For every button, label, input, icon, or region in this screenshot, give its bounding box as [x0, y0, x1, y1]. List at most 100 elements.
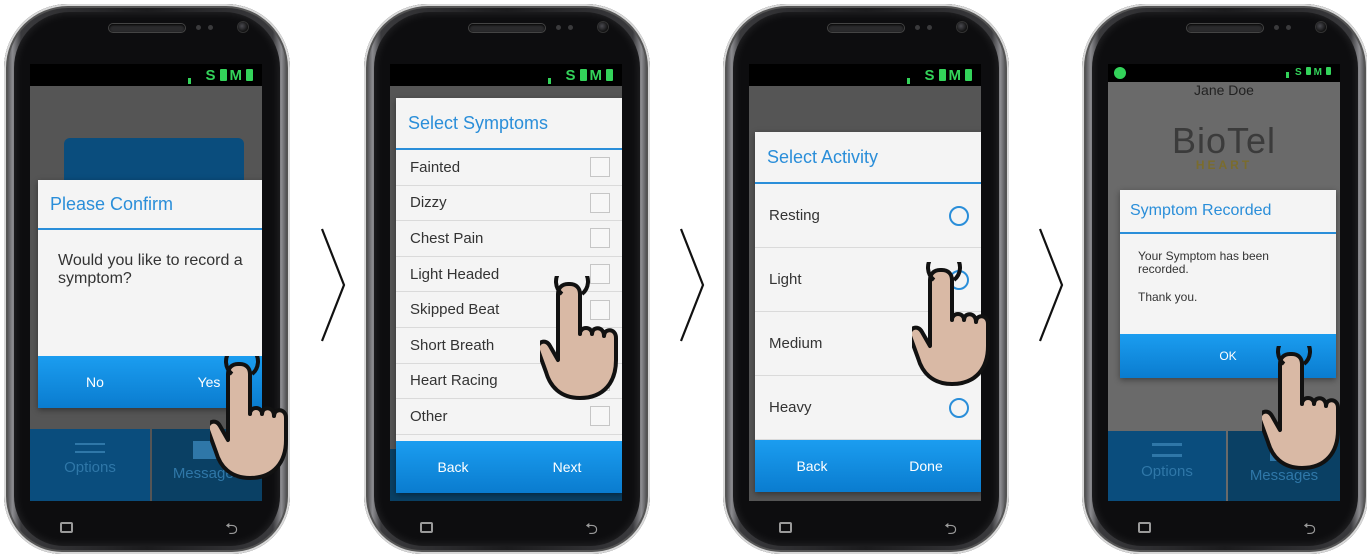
soft-keys: ⮌ — [364, 516, 650, 540]
back-key-icon[interactable]: ⮌ — [585, 518, 598, 545]
symptom-label: Heart Racing — [410, 372, 498, 390]
soft-keys: ⮌ — [4, 516, 290, 540]
symptom-label: Skipped Beat — [410, 301, 500, 319]
proximity-sensor — [927, 25, 932, 30]
battery-icon — [579, 68, 587, 81]
screen: SM Jane Doe BioTel HEART Options Message… — [1108, 64, 1340, 501]
messages-label: Messages — [172, 465, 242, 482]
symptom-checkbox[interactable] — [590, 299, 610, 320]
phone-4: SM Jane Doe BioTel HEART Options Message… — [1082, 4, 1367, 554]
confirm-dialog: Please Confirm Would you like to record … — [38, 180, 262, 408]
symptom-row[interactable]: Heart Racing — [396, 364, 622, 400]
messages-tile[interactable]: Messages — [1228, 431, 1340, 501]
back-key-icon[interactable]: ⮌ — [225, 518, 238, 545]
logo-text: BioTel — [1171, 120, 1277, 161]
ok-button[interactable]: OK — [1120, 334, 1336, 378]
options-tile[interactable]: Options — [30, 429, 150, 501]
messages-tile[interactable]: Messages — [152, 429, 262, 501]
recent-apps-icon[interactable] — [60, 522, 73, 533]
activity-row[interactable]: Light — [755, 248, 981, 312]
activity-radio[interactable] — [949, 205, 969, 226]
symptom-label: Dizzy — [410, 194, 447, 212]
symptom-checkbox[interactable] — [590, 335, 610, 356]
symptom-row[interactable]: Other — [396, 399, 622, 435]
proximity-sensor — [556, 25, 561, 30]
status-bar: SM — [1108, 64, 1340, 82]
battery-icon — [938, 68, 946, 81]
activity-row[interactable]: Heavy — [755, 376, 981, 440]
front-camera-icon — [1316, 22, 1326, 32]
front-camera-icon — [598, 22, 608, 32]
soft-keys: ⮌ — [1082, 516, 1367, 540]
activity-label: Light — [769, 271, 802, 288]
recent-apps-icon[interactable] — [779, 522, 792, 533]
phone-1: SM Options Messages Please Confirm Would… — [4, 4, 290, 554]
symptom-checkbox[interactable] — [590, 228, 610, 249]
front-camera-icon — [957, 22, 967, 32]
earpiece-speaker — [1187, 24, 1263, 32]
symptom-row[interactable]: Light Headed — [396, 257, 622, 293]
dialog-title: Select Activity — [755, 132, 981, 184]
symptom-checkbox[interactable] — [590, 157, 610, 178]
options-label: Options — [1141, 463, 1193, 480]
symptom-checkbox[interactable] — [590, 192, 610, 213]
earpiece-speaker — [469, 24, 545, 32]
recent-apps-icon[interactable] — [420, 522, 433, 533]
dialog-title: Please Confirm — [38, 180, 262, 230]
done-button[interactable]: Done — [869, 440, 981, 492]
front-camera-icon — [238, 22, 248, 32]
next-button[interactable]: Next — [510, 441, 622, 493]
signal-icon — [1285, 72, 1289, 79]
dialog-button-bar: Back Next — [396, 441, 622, 493]
messages-label: Messages — [1249, 467, 1319, 484]
yes-button[interactable]: Yes — [152, 356, 262, 408]
screen: SM Select Activity Resting Light Medium Hea… — [749, 64, 981, 501]
dialog-title: Symptom Recorded — [1120, 190, 1336, 234]
no-button[interactable]: No — [38, 356, 152, 408]
signal-icon — [907, 78, 911, 84]
activity-label: Medium — [769, 335, 823, 352]
activity-row[interactable]: Medium — [755, 312, 981, 376]
symptom-checkbox[interactable] — [590, 370, 610, 391]
symptom-row[interactable]: Dizzy — [396, 186, 622, 222]
activity-list: Resting Light Medium Heavy — [755, 184, 981, 440]
back-key-icon[interactable]: ⮌ — [944, 518, 957, 545]
symptom-list: Fainted Dizzy Chest Pain Light Headed Skippe… — [396, 150, 622, 435]
options-icon — [1152, 443, 1182, 457]
back-button[interactable]: Back — [396, 441, 510, 493]
signal-icon — [188, 78, 192, 84]
screen: SM Options Messages Please Confirm Would… — [30, 64, 262, 501]
messages-icon — [193, 441, 221, 459]
symptom-label: Light Headed — [410, 265, 500, 283]
options-label: Options — [64, 459, 116, 476]
symptom-row[interactable]: Skipped Beat — [396, 292, 622, 328]
back-key-icon[interactable]: ⮌ — [1303, 518, 1316, 545]
back-button[interactable]: Back — [755, 440, 869, 492]
biotel-logo: BioTel HEART — [1108, 120, 1340, 172]
activity-row[interactable]: Resting — [755, 184, 981, 248]
symptom-label: Short Breath — [410, 336, 495, 354]
battery-icon — [1305, 67, 1311, 75]
symptom-row[interactable]: Fainted — [396, 150, 622, 186]
status-bar: SM — [30, 64, 262, 86]
activity-radio[interactable] — [949, 269, 969, 290]
options-icon — [75, 443, 105, 453]
dialog-button-bar: OK — [1120, 334, 1336, 378]
dialog-thanks: Thank you. — [1138, 290, 1198, 304]
chevron-right-icon — [320, 228, 346, 342]
activity-radio[interactable] — [949, 397, 969, 418]
recent-apps-icon[interactable] — [1138, 522, 1151, 533]
options-tile[interactable]: Options — [1108, 431, 1226, 501]
battery-icon — [219, 68, 227, 81]
phone-2: SM Select Symptoms Fainted Dizzy Chest Pai… — [364, 4, 650, 554]
symptom-checkbox[interactable] — [590, 264, 610, 285]
symptom-row[interactable]: Chest Pain — [396, 221, 622, 257]
proximity-sensor — [196, 25, 201, 30]
earpiece-speaker — [109, 24, 185, 32]
soft-keys: ⮌ — [723, 516, 1009, 540]
battery-icon — [246, 68, 253, 81]
activity-radio[interactable] — [949, 333, 969, 354]
symptom-row[interactable]: Short Breath — [396, 328, 622, 364]
activity-dialog: Select Activity Resting Light Medium Heavy … — [755, 132, 981, 492]
symptom-checkbox[interactable] — [590, 406, 610, 427]
